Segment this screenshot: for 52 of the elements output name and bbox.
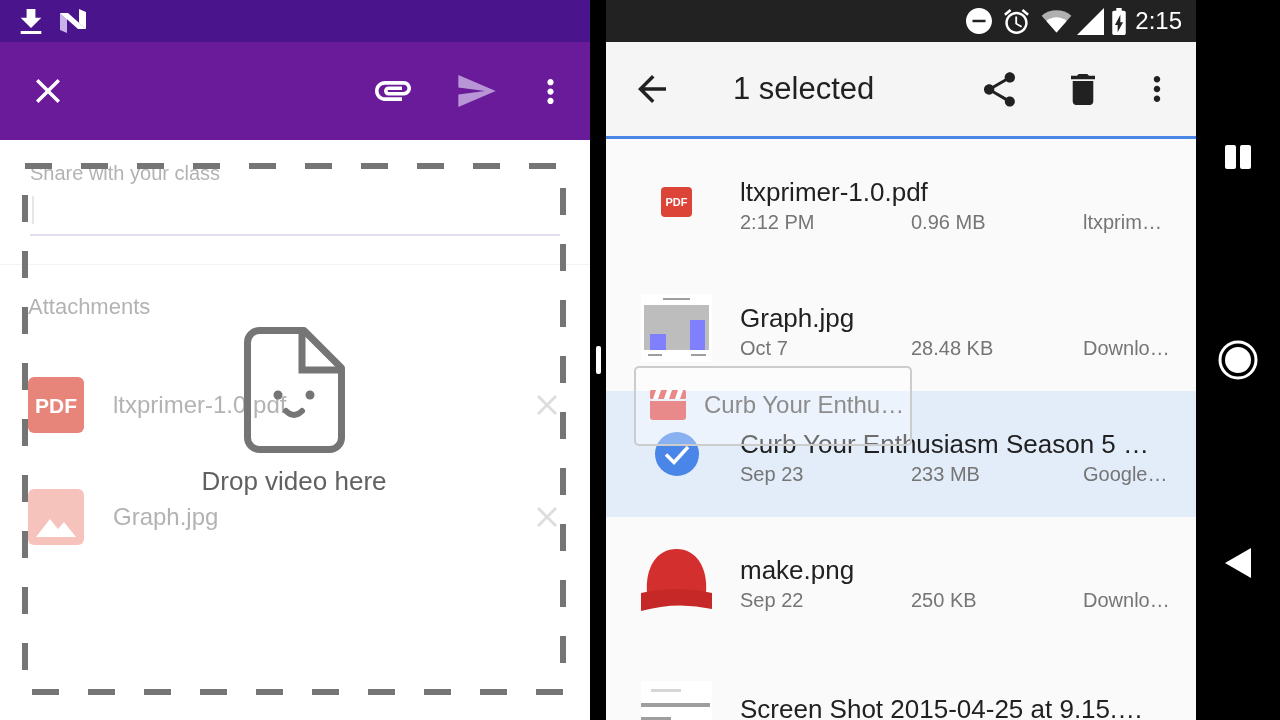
- drop-zone-label: Drop video here: [201, 465, 387, 497]
- file-name: Graph.jpg: [740, 302, 856, 334]
- drag-label: Curb Your Enthu…: [704, 390, 905, 420]
- file-name: make.png: [740, 554, 856, 586]
- check-circle-icon: [654, 432, 699, 476]
- pdf-file-label: PDF: [661, 187, 692, 217]
- battery-charging-icon: [1112, 7, 1127, 35]
- close-icon: [537, 507, 557, 527]
- split-screen-icon: [1225, 144, 1251, 169]
- do-not-disturb-icon: [966, 8, 993, 34]
- paperclip-icon: [375, 81, 411, 101]
- file-location: Downlo…: [1083, 336, 1170, 360]
- download-icon: [20, 8, 42, 34]
- file-name: ltxprimer-1.0.pdf: [740, 176, 929, 208]
- trash-icon: [1071, 73, 1095, 105]
- share-icon: [983, 71, 1015, 107]
- wifi-icon: [1041, 9, 1073, 33]
- image-file-icon: [28, 489, 84, 545]
- back-triangle-icon: [1225, 547, 1251, 578]
- pdf-file-label: PDF: [28, 377, 84, 433]
- home-circle-icon: [1218, 339, 1258, 380]
- file-name: Screen Shot 2015-04-25 at 9.15.…: [740, 693, 1144, 720]
- selection-title: 1 selected: [733, 71, 875, 107]
- attachment-name: Graph.jpg: [113, 502, 219, 532]
- alarm-clock-icon: [1004, 8, 1030, 34]
- file-location: ltxprim…: [1083, 210, 1162, 234]
- cap-drawing: [641, 547, 712, 613]
- split-handle[interactable]: [595, 346, 601, 374]
- close-icon: [36, 79, 60, 103]
- file-date: Sep 23: [740, 462, 805, 486]
- chart-bar: [690, 320, 705, 350]
- clapperboard-icon: [650, 390, 686, 420]
- more-options-icon: [1153, 76, 1161, 102]
- send-icon: [458, 75, 496, 107]
- file-date: Sep 22: [740, 588, 805, 612]
- n-logo-icon: [60, 9, 86, 33]
- file-size: 250 KB: [911, 588, 978, 612]
- file-size: 28.48 KB: [911, 336, 995, 360]
- file-size: 0.96 MB: [911, 210, 987, 234]
- signal-icon: [1077, 7, 1105, 35]
- file-location: Downlo…: [1083, 588, 1170, 612]
- more-options-icon: [546, 78, 554, 104]
- drop-zone[interactable]: [22, 163, 566, 695]
- file-size: 233 MB: [911, 462, 981, 486]
- status-time: 2:15: [1135, 7, 1182, 35]
- file-date: Oct 7: [740, 336, 789, 360]
- close-icon: [537, 395, 557, 415]
- section-title: Attachments: [28, 293, 152, 321]
- file-location: Google…: [1083, 462, 1168, 486]
- file-date: 2:12 PM: [740, 210, 816, 234]
- back-arrow-icon: [638, 75, 666, 103]
- chart-bar: [650, 334, 666, 350]
